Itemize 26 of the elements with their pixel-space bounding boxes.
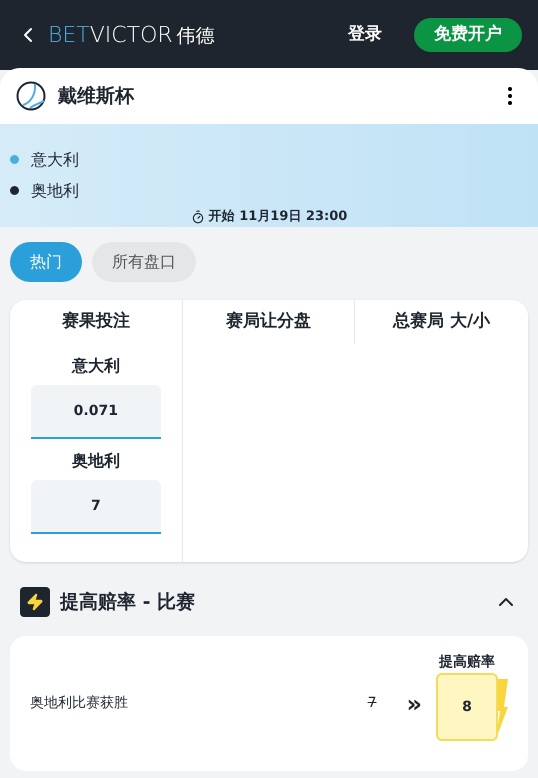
- selection-name: 奥地利: [72, 450, 120, 472]
- old-odds: 7: [368, 694, 376, 713]
- logo-text: BET: [48, 22, 90, 50]
- signup-button[interactable]: 免费开户: [414, 18, 522, 52]
- event-title: 戴维斯杯: [58, 84, 134, 109]
- market-header[interactable]: 赛局让分盘: [226, 309, 311, 335]
- market-header[interactable]: 总赛局 大/小: [393, 309, 490, 335]
- arrows: »: [406, 692, 422, 716]
- odds-button[interactable]: 0.071: [30, 385, 161, 439]
- team-name: 奥地利: [31, 180, 79, 202]
- logo-text: 伟德: [176, 24, 215, 48]
- boosted-odds-button[interactable]: 8: [436, 673, 498, 741]
- odds-button[interactable]: 7: [30, 480, 161, 534]
- tennis-ball-icon: [16, 81, 46, 111]
- tab[interactable]: 所有盘口: [92, 242, 196, 282]
- boost-label: 提高赔率: [439, 652, 495, 672]
- logo-text: VICTOR: [90, 22, 173, 50]
- selection-name: 意大利: [72, 355, 120, 377]
- market-header[interactable]: 赛果投注: [62, 309, 130, 335]
- section-title: 提高赔率 - 比赛: [60, 590, 196, 615]
- stopwatch-icon: [190, 210, 205, 224]
- start-time: 开始 11月19日 23:00: [208, 208, 348, 226]
- lightning-icon: [20, 587, 50, 617]
- login-link[interactable]: 登录: [348, 22, 382, 48]
- selection-name: 奥地利比赛获胜: [30, 694, 128, 713]
- team-name: 意大利: [31, 148, 79, 170]
